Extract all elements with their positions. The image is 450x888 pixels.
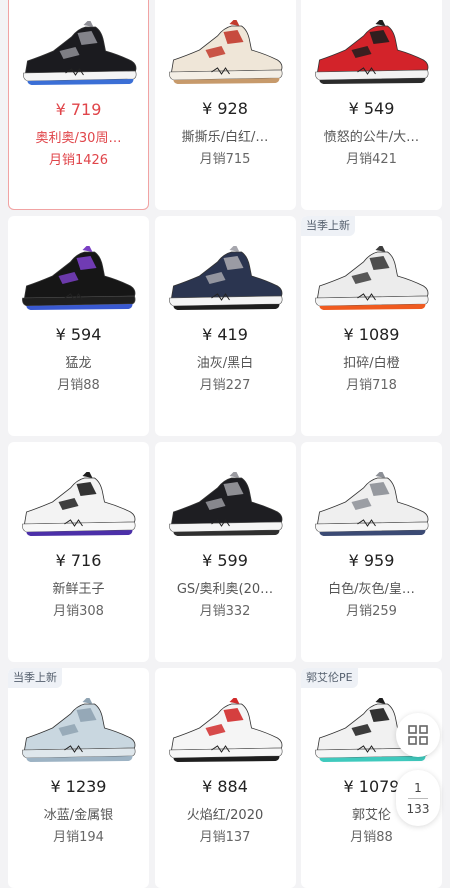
product-price: ¥ 1239 [50, 777, 107, 796]
page-divider [408, 797, 428, 799]
product-price: ¥ 594 [55, 325, 102, 344]
product-name: 冰蓝/金属银 [43, 808, 114, 823]
product-sales: 月销1426 [48, 153, 109, 168]
product-sales: 月销308 [53, 604, 104, 619]
product-name: 油灰/黑白 [196, 356, 254, 371]
product-badge: 当季上新 [8, 668, 62, 688]
product-card[interactable]: ¥ 884 火焰红/2020 月销137 [154, 668, 296, 888]
product-price: ¥ 549 [348, 99, 395, 118]
sneaker-image [22, 472, 136, 536]
sneaker-image [22, 698, 136, 762]
product-card[interactable]: ¥ 599 GS/奥利奥(20… 月销332 [154, 442, 296, 662]
product-card[interactable]: ¥ 959 白色/灰色/皇… 月销259 [301, 442, 442, 662]
product-grid: ¥ 719 奥利奥/30周… 月销1426 ¥ 928 撕撕乐/白红/… 月销715 ¥ 5… [8, 0, 442, 888]
page-indicator[interactable]: 1 133 [396, 770, 440, 826]
product-name: 撕撕乐/白红/… [181, 130, 269, 145]
sneaker-image [315, 246, 429, 310]
sneaker-image [168, 246, 282, 310]
product-price: ¥ 716 [55, 551, 102, 570]
product-card[interactable]: 当季上新 ¥ 1239 冰蓝/金属银 月销194 [8, 668, 149, 888]
product-card[interactable]: ¥ 419 油灰/黑白月销227 [154, 216, 296, 436]
product-name: 扣碎/白橙 [343, 356, 400, 371]
product-card[interactable]: 当季上新 ¥ 1089 扣碎/白橙月销718 [301, 216, 442, 436]
product-sales: 月销421 [346, 152, 397, 167]
sneaker-image [168, 698, 282, 762]
grid-view-icon [408, 725, 428, 745]
product-price: ¥ 884 [202, 777, 248, 796]
product-sales: 月销332 [199, 604, 251, 619]
product-sales: 月销194 [53, 830, 104, 845]
product-name: 火焰红/2020 [186, 808, 264, 823]
product-card[interactable]: ¥ 549 愤怒的公牛/大… 月销421 [301, 0, 442, 210]
product-card[interactable]: ¥ 719 奥利奥/30周… 月销1426 [8, 0, 149, 210]
sneaker-image [23, 21, 137, 85]
product-badge: 郭艾伦PE [301, 668, 358, 688]
product-price: ¥ 959 [348, 551, 395, 570]
product-card[interactable]: ¥ 594 猛龙月销88 [8, 216, 149, 436]
page-total: 133 [406, 801, 430, 816]
product-sales: 月销137 [199, 830, 251, 845]
product-badge: 当季上新 [301, 216, 355, 236]
product-name: 白色/灰色/皇… [328, 582, 415, 597]
product-price: ¥ 1089 [343, 325, 400, 344]
product-card[interactable]: ¥ 928 撕撕乐/白红/… 月销715 [154, 0, 296, 210]
product-name: 猛龙 [65, 356, 92, 371]
product-sales: 月销88 [350, 830, 393, 845]
sneaker-image [22, 246, 136, 310]
product-sales: 月销715 [199, 152, 251, 167]
product-name: 奥利奥/30周… [35, 131, 122, 146]
product-sales: 月销718 [346, 378, 397, 393]
product-price: ¥ 599 [202, 551, 248, 570]
product-sales: 月销259 [346, 604, 397, 619]
product-card[interactable]: ¥ 716 新鲜王子月销308 [8, 442, 149, 662]
sneaker-image [315, 472, 429, 536]
product-sales: 月销88 [57, 378, 100, 393]
page-current: 1 [414, 780, 422, 795]
product-name: 新鲜王子 [52, 582, 105, 597]
grid-view-button[interactable] [396, 713, 440, 757]
product-name: GS/奥利奥(20… [176, 582, 274, 597]
product-price: ¥ 928 [202, 99, 248, 118]
product-sales: 月销227 [199, 378, 251, 393]
product-price: ¥ 419 [202, 325, 248, 344]
sneaker-image [315, 20, 429, 84]
product-name: 愤怒的公牛/大… [323, 130, 420, 145]
product-price: ¥ 719 [55, 100, 102, 119]
sneaker-image [168, 20, 282, 84]
sneaker-image [168, 472, 282, 536]
